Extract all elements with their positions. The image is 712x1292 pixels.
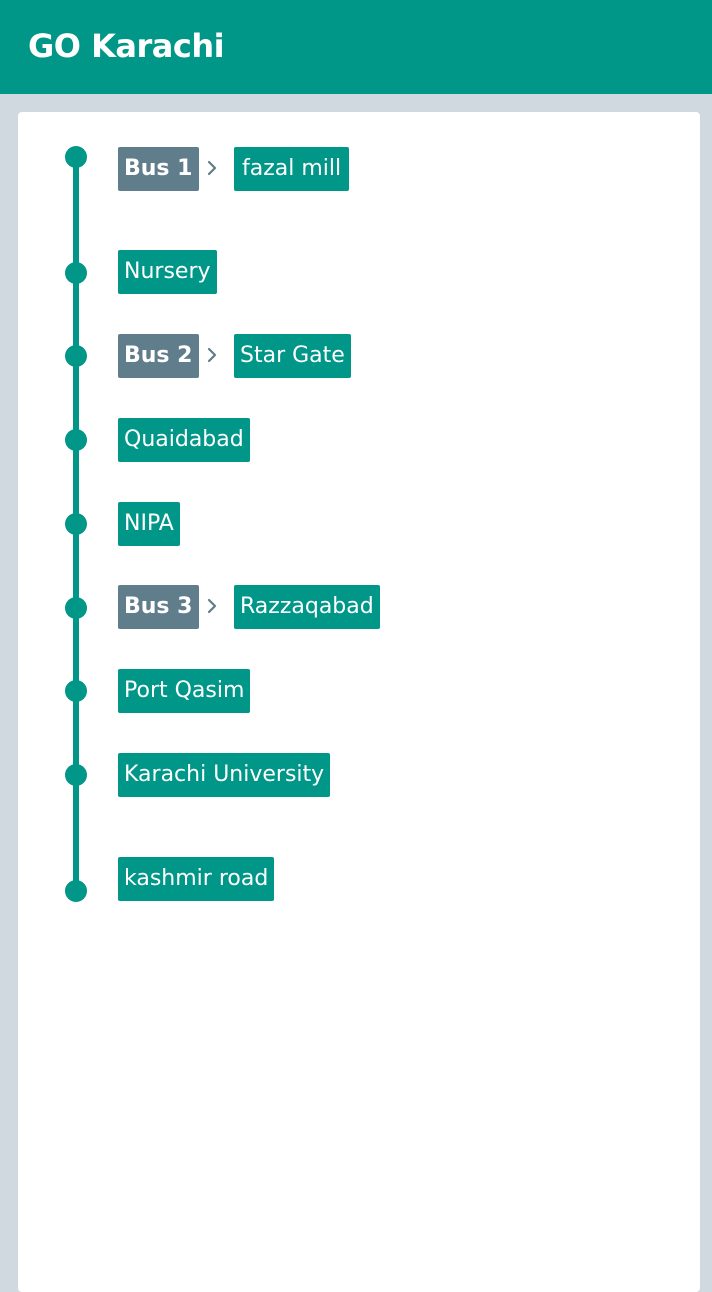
chevron-right-icon bbox=[202, 341, 222, 371]
timeline-dot bbox=[65, 513, 87, 535]
app-title: GO Karachi bbox=[28, 27, 225, 65]
timeline-dot bbox=[65, 680, 87, 702]
bus-chip[interactable]: Bus 3 bbox=[118, 585, 199, 629]
bus-chip[interactable]: Bus 2 bbox=[118, 334, 199, 378]
stop-chip[interactable]: Razzaqabad bbox=[234, 585, 380, 629]
timeline-dot bbox=[65, 146, 87, 168]
stop-chip[interactable]: Nursery bbox=[118, 250, 217, 294]
stop-chip[interactable]: Quaidabad bbox=[118, 418, 250, 462]
stop-chip[interactable]: fazal mill bbox=[234, 147, 350, 191]
stop-chip[interactable]: Karachi University bbox=[118, 753, 331, 797]
timeline-dot bbox=[65, 597, 87, 619]
chevron-right-icon bbox=[202, 592, 222, 622]
stop-chip[interactable]: kashmir road bbox=[118, 857, 275, 901]
app-bar: GO Karachi bbox=[0, 0, 712, 94]
timeline-dot bbox=[65, 345, 87, 367]
chevron-right-icon bbox=[202, 154, 222, 184]
timeline-dot bbox=[65, 262, 87, 284]
stop-chip[interactable]: Star Gate bbox=[234, 334, 351, 378]
stop-chip[interactable]: Port Qasim bbox=[118, 669, 251, 713]
timeline-dot bbox=[65, 764, 87, 786]
timeline-dot bbox=[65, 880, 87, 902]
stop-chip[interactable]: NIPA bbox=[118, 502, 180, 546]
timeline-dot bbox=[65, 429, 87, 451]
bus-chip[interactable]: Bus 1 bbox=[118, 147, 199, 191]
